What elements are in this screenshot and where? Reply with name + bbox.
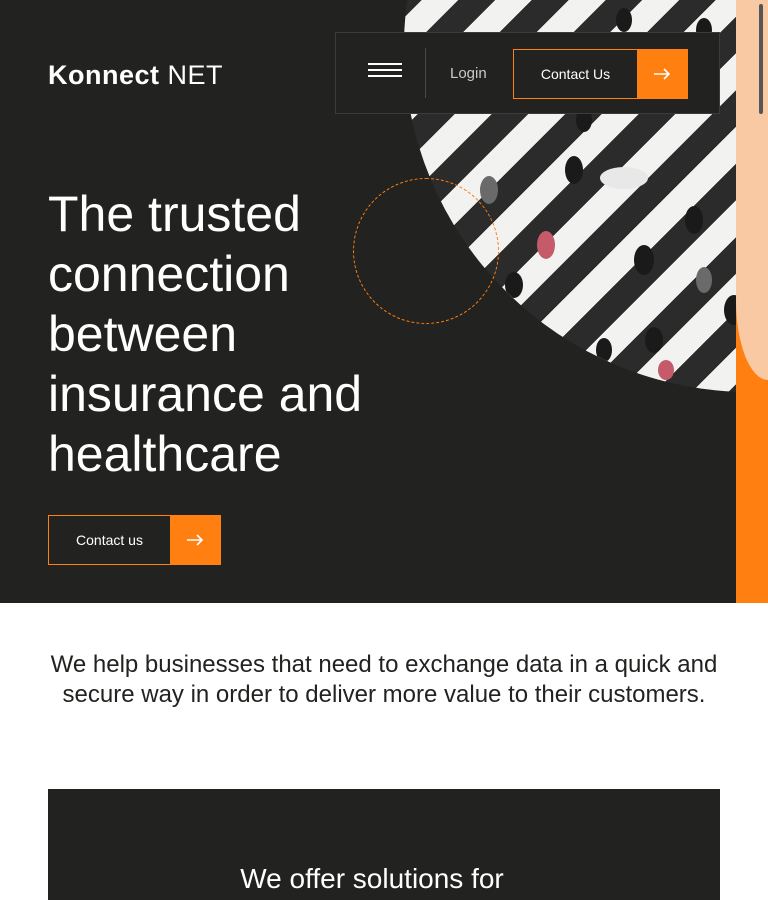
- pedestrian: [505, 272, 523, 298]
- hero-headline: The trusted connection between insurance…: [48, 186, 363, 482]
- hero-contact-button[interactable]: Contact us: [48, 515, 221, 565]
- pedestrian: [480, 176, 498, 204]
- nav-divider: [425, 48, 426, 98]
- arrow-right-icon: [637, 50, 687, 98]
- pedestrian: [685, 206, 703, 234]
- solutions-card: We offer solutions for: [48, 789, 720, 900]
- hero-contact-label: Contact us: [76, 532, 143, 548]
- pedestrian: [724, 295, 736, 325]
- pedestrian: [565, 156, 583, 184]
- scrollbar-thumb[interactable]: [759, 4, 763, 114]
- pedestrian: [634, 245, 654, 275]
- arrow-right-icon: [170, 516, 220, 564]
- nav-contact-button[interactable]: Contact Us: [513, 49, 688, 99]
- pedestrian: [696, 267, 712, 293]
- logo-wordmark-bold: Konnect: [48, 60, 160, 90]
- peach-side-shape: [736, 0, 768, 380]
- konnect-net-logo[interactable]: Konnect NET: [48, 60, 223, 91]
- pedestrian: [616, 8, 632, 32]
- logo-wordmark-thin: NET: [167, 60, 224, 90]
- top-navigation: Login Contact Us: [335, 32, 720, 114]
- nav-contact-label: Contact Us: [540, 66, 611, 82]
- intro-paragraph: We help businesses that need to exchange…: [50, 651, 718, 708]
- pedestrian: [490, 337, 508, 363]
- hero-section: Konnect NET Login Contact Us The trusted…: [0, 0, 736, 603]
- pedestrian: [537, 231, 555, 259]
- pedestrian: [658, 360, 674, 380]
- login-link[interactable]: Login: [450, 65, 487, 82]
- hamburger-icon[interactable]: [368, 63, 402, 83]
- pedestrian: [596, 338, 612, 362]
- solutions-title: We offer solutions for: [240, 863, 504, 894]
- umbrella: [600, 167, 648, 189]
- pedestrian: [645, 327, 663, 353]
